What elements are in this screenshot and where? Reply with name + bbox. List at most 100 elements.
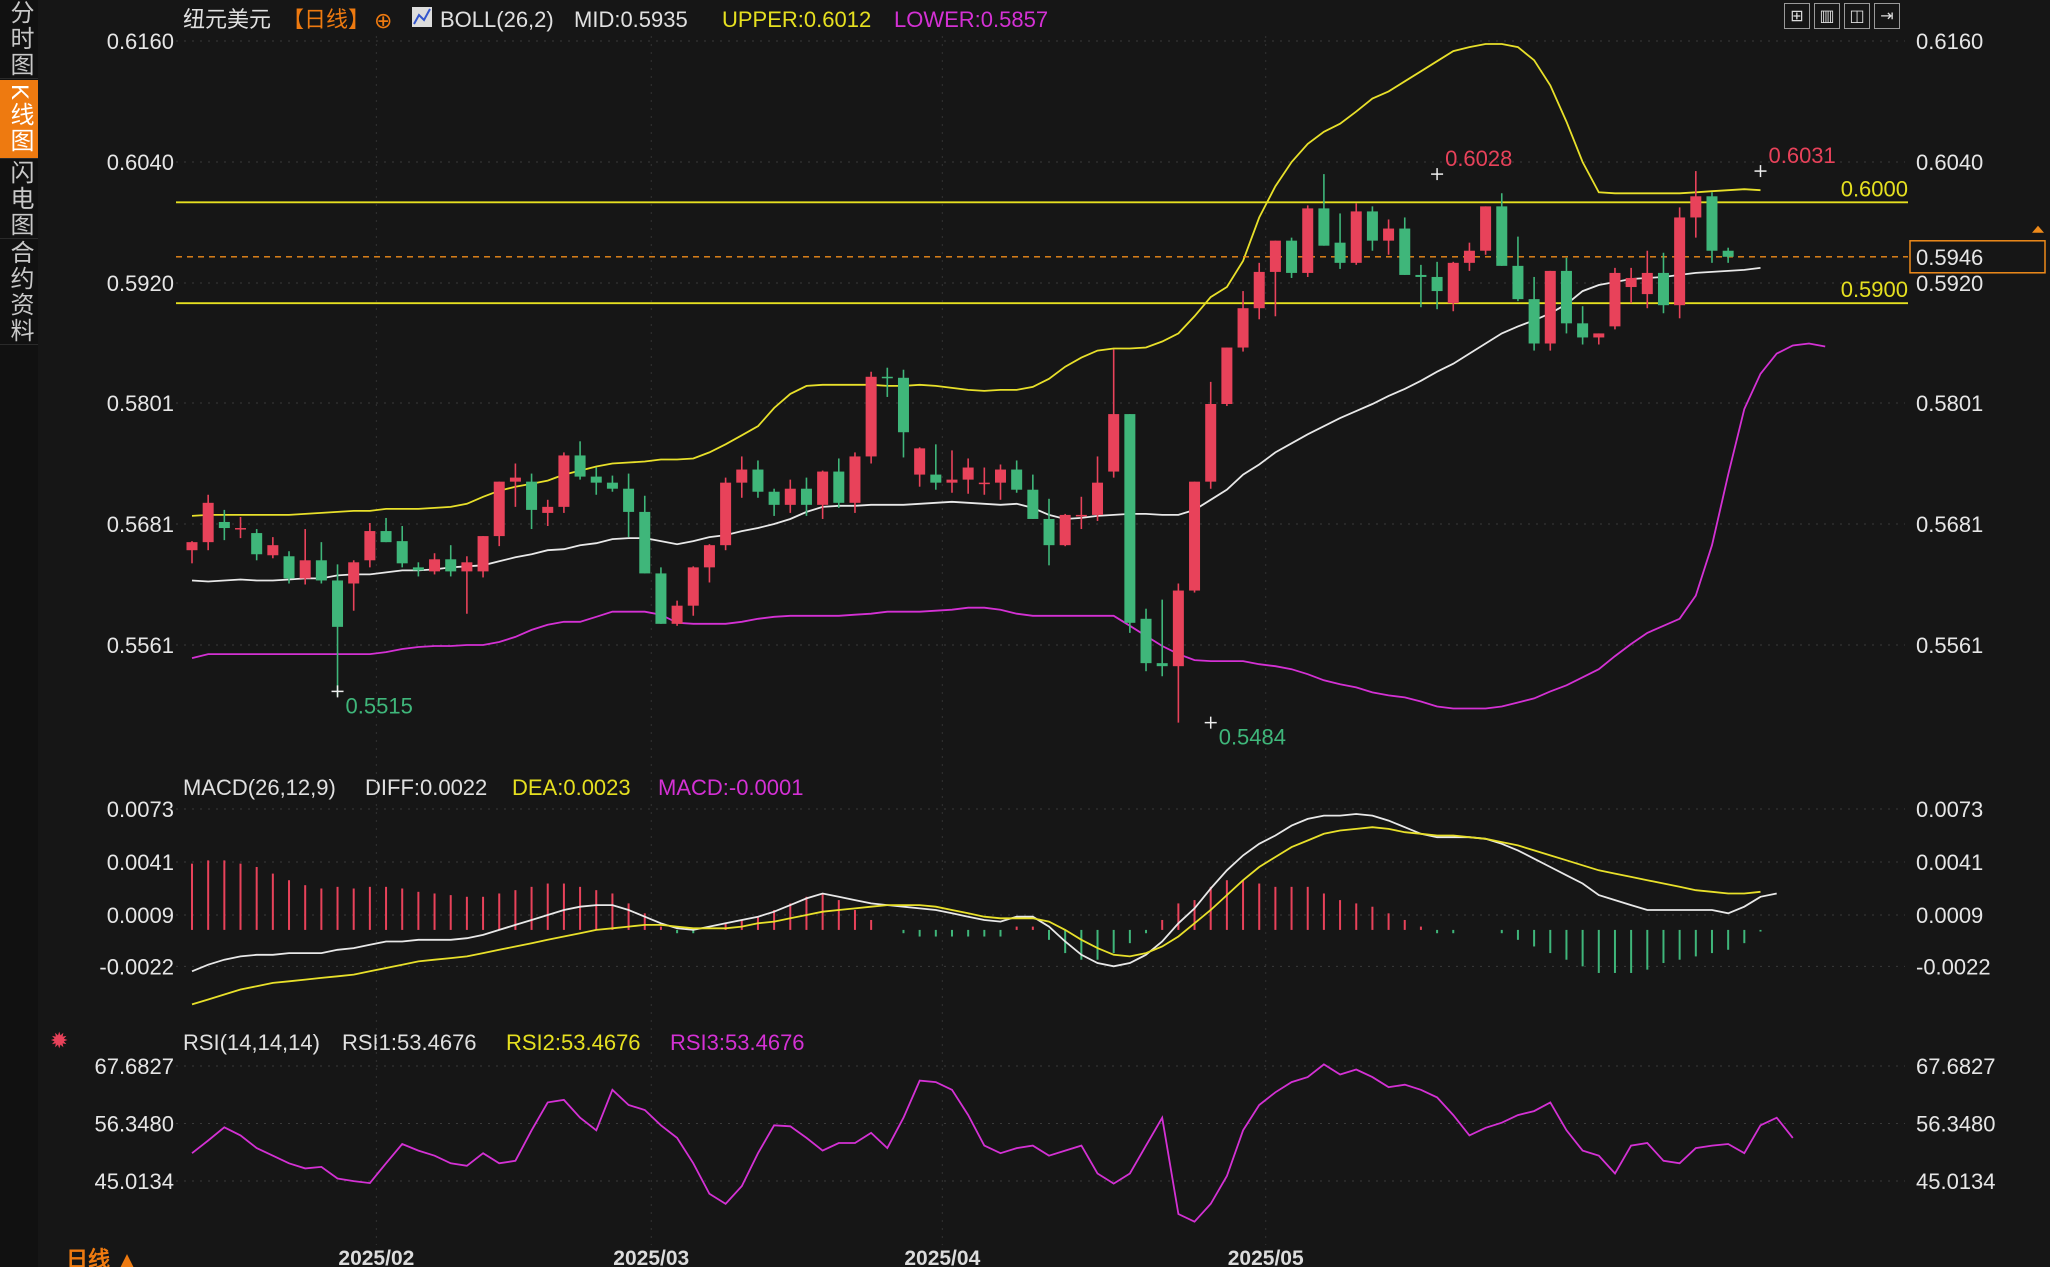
candle-down xyxy=(1496,206,1508,266)
candle-up xyxy=(1075,514,1087,517)
bars-tool-icon[interactable]: ▥ xyxy=(1814,3,1840,29)
badge-arrow-icon xyxy=(2032,225,2044,233)
rsi-settings-icon[interactable]: ✹ xyxy=(50,1028,68,1053)
candle-down xyxy=(445,559,457,572)
price-left-tick: 0.5681 xyxy=(107,512,174,537)
macd-left-tick: 0.0041 xyxy=(107,850,174,875)
candle-up xyxy=(1674,217,1686,306)
price-left-tick: 0.6160 xyxy=(107,29,174,54)
candle-up xyxy=(1383,228,1395,241)
kline-chart[interactable]: 纽元美元 【日线】 ⊕ BOLL(26,2) MID:0.5935 UPPER:… xyxy=(0,0,2050,1267)
candle-down xyxy=(1431,276,1443,292)
candle-up xyxy=(429,559,441,572)
macd-panel xyxy=(191,813,1777,1006)
boll-upper-line xyxy=(191,43,1761,517)
candle-up xyxy=(1092,482,1104,515)
macd-left-tick: 0.0009 xyxy=(107,903,174,928)
candle-up xyxy=(1189,481,1201,591)
candle-up xyxy=(1625,277,1637,288)
macd-value: MACD:-0.0001 xyxy=(658,775,804,800)
candle-down xyxy=(251,533,263,555)
boll-name: BOLL(26,2) xyxy=(440,7,554,32)
x-tick-label: 2025/05 xyxy=(1228,1247,1304,1267)
add-indicator-icon[interactable]: ⊕ xyxy=(374,8,392,33)
candle-up xyxy=(267,545,279,556)
candle-up xyxy=(542,506,554,513)
high-label: 0.6028 xyxy=(1445,146,1512,171)
candle-down xyxy=(897,377,909,433)
candle-up xyxy=(1593,333,1605,338)
price-left-tick: 0.5920 xyxy=(107,271,174,296)
period-footer-label[interactable]: 日线 ▲ xyxy=(66,1247,138,1267)
price-right-tick: 0.5561 xyxy=(1916,633,1983,658)
candle-down xyxy=(1722,250,1734,257)
rsi2-value: RSI2:53.4676 xyxy=(506,1030,641,1055)
candle-down xyxy=(623,488,635,512)
candle-up xyxy=(493,481,505,537)
candle-up xyxy=(720,482,732,546)
candle-up xyxy=(1059,514,1071,546)
candle-down xyxy=(655,573,667,624)
candle-down xyxy=(1577,323,1589,338)
low-label: 0.5515 xyxy=(346,693,413,718)
step-tool-icon[interactable]: ⇥ xyxy=(1874,3,1900,29)
macd-right-tick: 0.0009 xyxy=(1916,903,1983,928)
candle-down xyxy=(752,469,764,492)
high-label: 0.6031 xyxy=(1768,143,1835,168)
x-tick-label: 2025/04 xyxy=(904,1247,980,1267)
candle-down xyxy=(1528,299,1540,344)
extreme-annotations: 0.5515 0.5484 0.6028 0.6031 xyxy=(331,143,1836,750)
candle-down xyxy=(1399,228,1411,275)
price-level-label: 0.5900 xyxy=(1841,277,1908,302)
price-badge-text: 0.5946 xyxy=(1916,245,1983,270)
candle-down xyxy=(1124,414,1136,623)
draw-tool-icon[interactable]: ◫ xyxy=(1844,3,1870,29)
candle-up xyxy=(1447,262,1459,304)
rsi-left-tick: 45.0134 xyxy=(94,1169,174,1194)
x-tick-label: 2025/02 xyxy=(338,1247,414,1267)
rsi-right-tick: 56.3480 xyxy=(1916,1112,1996,1137)
macd-diff-line xyxy=(191,813,1777,973)
candle-up xyxy=(1609,272,1621,327)
macd-diff: DIFF:0.0022 xyxy=(365,775,487,800)
candle-up xyxy=(299,560,311,579)
candle-down xyxy=(218,521,230,529)
candle-up xyxy=(995,469,1006,483)
candle-up xyxy=(914,448,926,475)
rsi-left-tick: 56.3480 xyxy=(94,1112,174,1137)
macd-name: MACD(26,12,9) xyxy=(183,775,336,800)
rsi3-value: RSI3:53.4676 xyxy=(670,1030,805,1055)
candle-down xyxy=(574,455,586,477)
candle-down xyxy=(768,491,780,505)
candle-up xyxy=(202,502,214,543)
candle-up xyxy=(671,605,683,624)
grid-lines xyxy=(176,36,1905,1245)
candle-up xyxy=(1302,208,1314,273)
macd-right-tick: 0.0041 xyxy=(1916,850,1983,875)
price-left-tick: 0.6040 xyxy=(107,150,174,175)
candle-up xyxy=(1108,414,1120,472)
price-right-tick: 0.6160 xyxy=(1916,29,1983,54)
candle-up xyxy=(962,467,974,480)
main-header: 纽元美元 【日线】 ⊕ BOLL(26,2) MID:0.5935 UPPER:… xyxy=(183,7,1048,33)
candle-up xyxy=(849,456,861,503)
rsi-panel xyxy=(191,1063,1794,1223)
rsi-right-tick: 67.6827 xyxy=(1916,1054,1996,1079)
macd-dea: DEA:0.0023 xyxy=(512,775,631,800)
price-left-tick: 0.5801 xyxy=(107,391,174,416)
macd-right-tick: 0.0073 xyxy=(1916,797,1983,822)
macd-left-tick: 0.0073 xyxy=(107,797,174,822)
candle-down xyxy=(1366,211,1378,241)
candle-down xyxy=(526,481,538,510)
candle-up xyxy=(1253,271,1265,309)
candle-up xyxy=(1350,211,1362,263)
candles xyxy=(186,171,1734,723)
rsi-line xyxy=(191,1063,1794,1223)
grid-tool-icon[interactable]: ⊞ xyxy=(1784,3,1810,29)
rsi-name: RSI(14,14,14) xyxy=(183,1030,320,1055)
candle-up xyxy=(946,479,958,483)
candle-down xyxy=(1140,618,1152,664)
candle-down xyxy=(1657,272,1669,306)
boll-mid: MID:0.5935 xyxy=(574,7,688,32)
rsi-header: ✹ RSI(14,14,14) RSI1:53.4676 RSI2:53.467… xyxy=(50,1028,805,1055)
